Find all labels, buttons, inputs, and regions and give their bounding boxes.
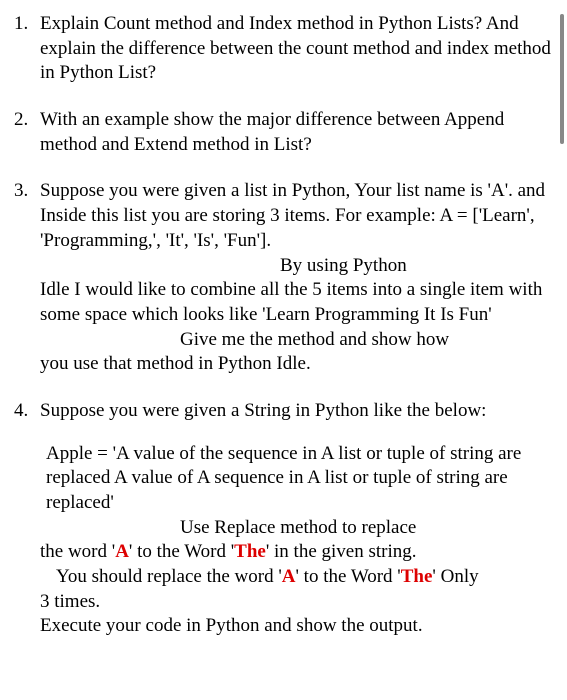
question-3: Suppose you were given a list in Python,… — [14, 179, 553, 377]
question-4-line5: 3 times. — [40, 590, 553, 615]
highlight-a: A — [282, 566, 296, 587]
text-fragment: You should replace the word ' — [56, 566, 282, 587]
question-2: With an example show the major differenc… — [14, 108, 553, 157]
question-3-line3: Idle I would like to combine all the 5 i… — [40, 278, 553, 327]
highlight-the: The — [234, 541, 266, 562]
question-4-line2: Apple = 'A value of the sequence in A li… — [40, 442, 553, 516]
spacer — [40, 424, 553, 442]
question-1-text: Explain Count method and Index method in… — [40, 12, 553, 86]
highlight-the: The — [401, 566, 433, 587]
question-1: Explain Count method and Index method in… — [14, 12, 553, 86]
text-fragment: the word ' — [40, 541, 115, 562]
text-fragment: ' in the given string. — [266, 541, 417, 562]
question-3-line4: Give me the method and show how — [40, 328, 553, 353]
question-4-line3b: the word 'A' to the Word 'The' in the gi… — [40, 540, 553, 565]
question-3-line1: Suppose you were given a list in Python,… — [40, 179, 553, 253]
question-4-line1: Suppose you were given a String in Pytho… — [40, 399, 553, 424]
question-3-line5: you use that method in Python Idle. — [40, 352, 553, 377]
question-4-line3a: Use Replace method to replace — [40, 516, 553, 541]
question-2-text: With an example show the major differenc… — [40, 108, 553, 157]
question-4-line6: Execute your code in Python and show the… — [40, 614, 553, 639]
question-list: Explain Count method and Index method in… — [14, 12, 553, 639]
question-4-line4: You should replace the word 'A' to the W… — [40, 565, 553, 590]
text-fragment: ' to the Word ' — [296, 566, 401, 587]
scrollbar[interactable] — [560, 14, 564, 144]
question-3-line2: By using Python — [40, 254, 553, 279]
text-fragment: ' Only — [432, 566, 478, 587]
text-fragment: ' to the Word ' — [129, 541, 234, 562]
highlight-a: A — [115, 541, 129, 562]
question-4: Suppose you were given a String in Pytho… — [14, 399, 553, 639]
